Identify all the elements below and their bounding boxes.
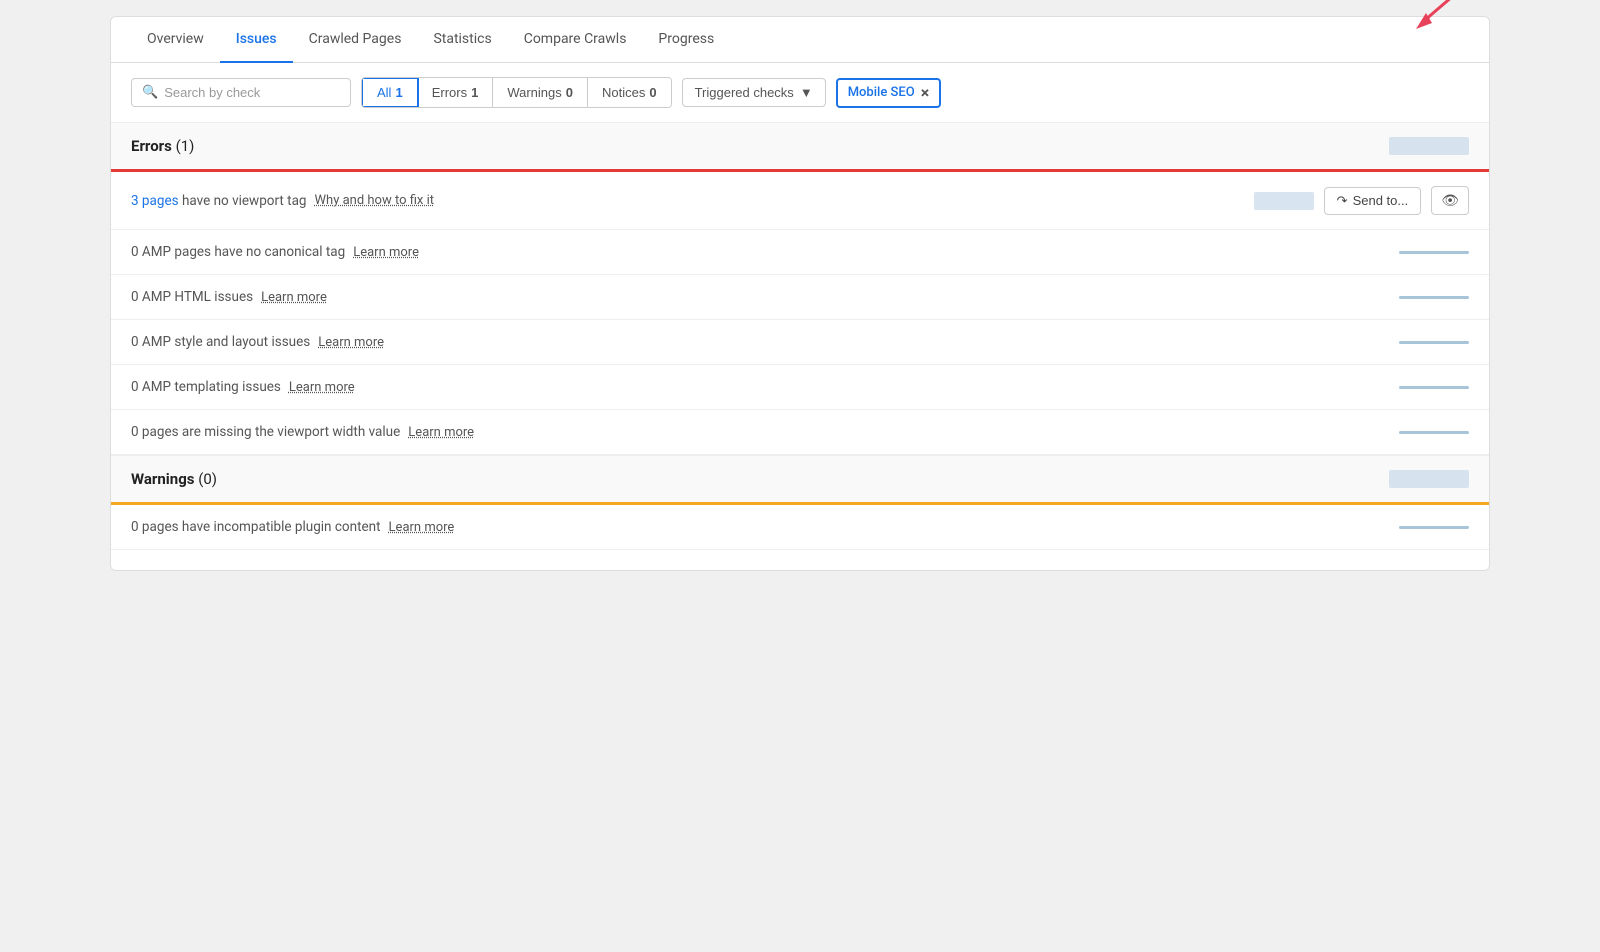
warnings-section-title: Warnings (0) (131, 470, 217, 488)
plugin-content-link[interactable]: Learn more (389, 520, 455, 535)
issue-row-amp-canonical: 0 AMP pages have no canonical tag Learn … (111, 230, 1489, 275)
bottom-spacer (111, 550, 1489, 570)
filter-all[interactable]: All1 (361, 77, 419, 108)
main-container: Overview Issues Crawled Pages Statistics… (110, 16, 1490, 571)
eye-button[interactable]: 👁 (1431, 186, 1469, 215)
errors-bar-chart (1389, 137, 1469, 155)
amp-templating-text: 0 AMP templating issues (131, 379, 281, 395)
issue-row-viewport-width: 0 pages are missing the viewport width v… (111, 410, 1489, 455)
send-to-button[interactable]: ↷ Send to... (1324, 187, 1422, 215)
send-icon: ↷ (1337, 193, 1348, 209)
filter-notices[interactable]: Notices0 (588, 78, 671, 107)
warnings-bar-chart (1389, 470, 1469, 488)
search-icon: 🔍 (142, 85, 158, 100)
amp-html-link[interactable]: Learn more (261, 290, 327, 305)
tab-crawled-pages[interactable]: Crawled Pages (293, 17, 418, 63)
tab-progress[interactable]: Progress (642, 17, 730, 63)
filter-buttons: All1 Errors1 Warnings0 Notices0 (361, 77, 672, 108)
issue-row-amp-html: 0 AMP HTML issues Learn more (111, 275, 1489, 320)
issue-row-amp-style: 0 AMP style and layout issues Learn more (111, 320, 1489, 365)
errors-section-header: Errors (1) (111, 122, 1489, 169)
amp-html-text: 0 AMP HTML issues (131, 289, 253, 305)
issue-row-viewport-tag: 3 pages have no viewport tag Why and how… (111, 172, 1489, 230)
amp-style-bar (1399, 341, 1469, 344)
issue-row-plugin-content: 0 pages have incompatible plugin content… (111, 505, 1489, 550)
search-input[interactable] (164, 85, 314, 100)
issue-text-viewport: 3 pages have no viewport tag (131, 193, 307, 209)
plugin-content-bar (1399, 526, 1469, 529)
warnings-section-header: Warnings (0) (111, 455, 1489, 502)
viewport-width-link[interactable]: Learn more (408, 425, 474, 440)
errors-section-title: Errors (1) (131, 137, 194, 155)
amp-html-bar (1399, 296, 1469, 299)
viewport-fix-link[interactable]: Why and how to fix it (315, 193, 435, 208)
viewport-width-bar (1399, 431, 1469, 434)
viewport-width-text: 0 pages are missing the viewport width v… (131, 424, 400, 440)
chevron-down-icon: ▼ (800, 85, 813, 100)
filter-errors[interactable]: Errors1 (418, 78, 494, 107)
tab-compare-crawls[interactable]: Compare Crawls (508, 17, 643, 63)
toolbar: 🔍 All1 Errors1 Warnings0 Notices0 Trigge (111, 63, 1489, 122)
tab-issues[interactable]: Issues (220, 17, 293, 63)
eye-icon: 👁 (1441, 192, 1459, 208)
amp-templating-link[interactable]: Learn more (289, 380, 355, 395)
close-filter-button[interactable]: × (921, 85, 930, 101)
amp-canonical-link[interactable]: Learn more (353, 245, 419, 260)
amp-style-link[interactable]: Learn more (318, 335, 384, 350)
nav-tabs: Overview Issues Crawled Pages Statistics… (111, 17, 1489, 63)
triggered-checks-button[interactable]: Triggered checks ▼ (682, 78, 826, 107)
search-box[interactable]: 🔍 (131, 78, 351, 107)
amp-canonical-text: 0 AMP pages have no canonical tag (131, 244, 345, 260)
active-filter-tag: Mobile SEO × (836, 78, 942, 108)
tab-statistics[interactable]: Statistics (417, 17, 507, 63)
plugin-content-text: 0 pages have incompatible plugin content (131, 519, 381, 535)
tab-overview[interactable]: Overview (131, 17, 220, 63)
amp-style-text: 0 AMP style and layout issues (131, 334, 310, 350)
amp-templating-bar (1399, 386, 1469, 389)
viewport-pages-link[interactable]: 3 pages (131, 193, 179, 209)
amp-canonical-bar (1399, 251, 1469, 254)
issue-row-amp-templating: 0 AMP templating issues Learn more (111, 365, 1489, 410)
filter-warnings[interactable]: Warnings0 (493, 78, 588, 107)
viewport-bar (1254, 192, 1314, 210)
